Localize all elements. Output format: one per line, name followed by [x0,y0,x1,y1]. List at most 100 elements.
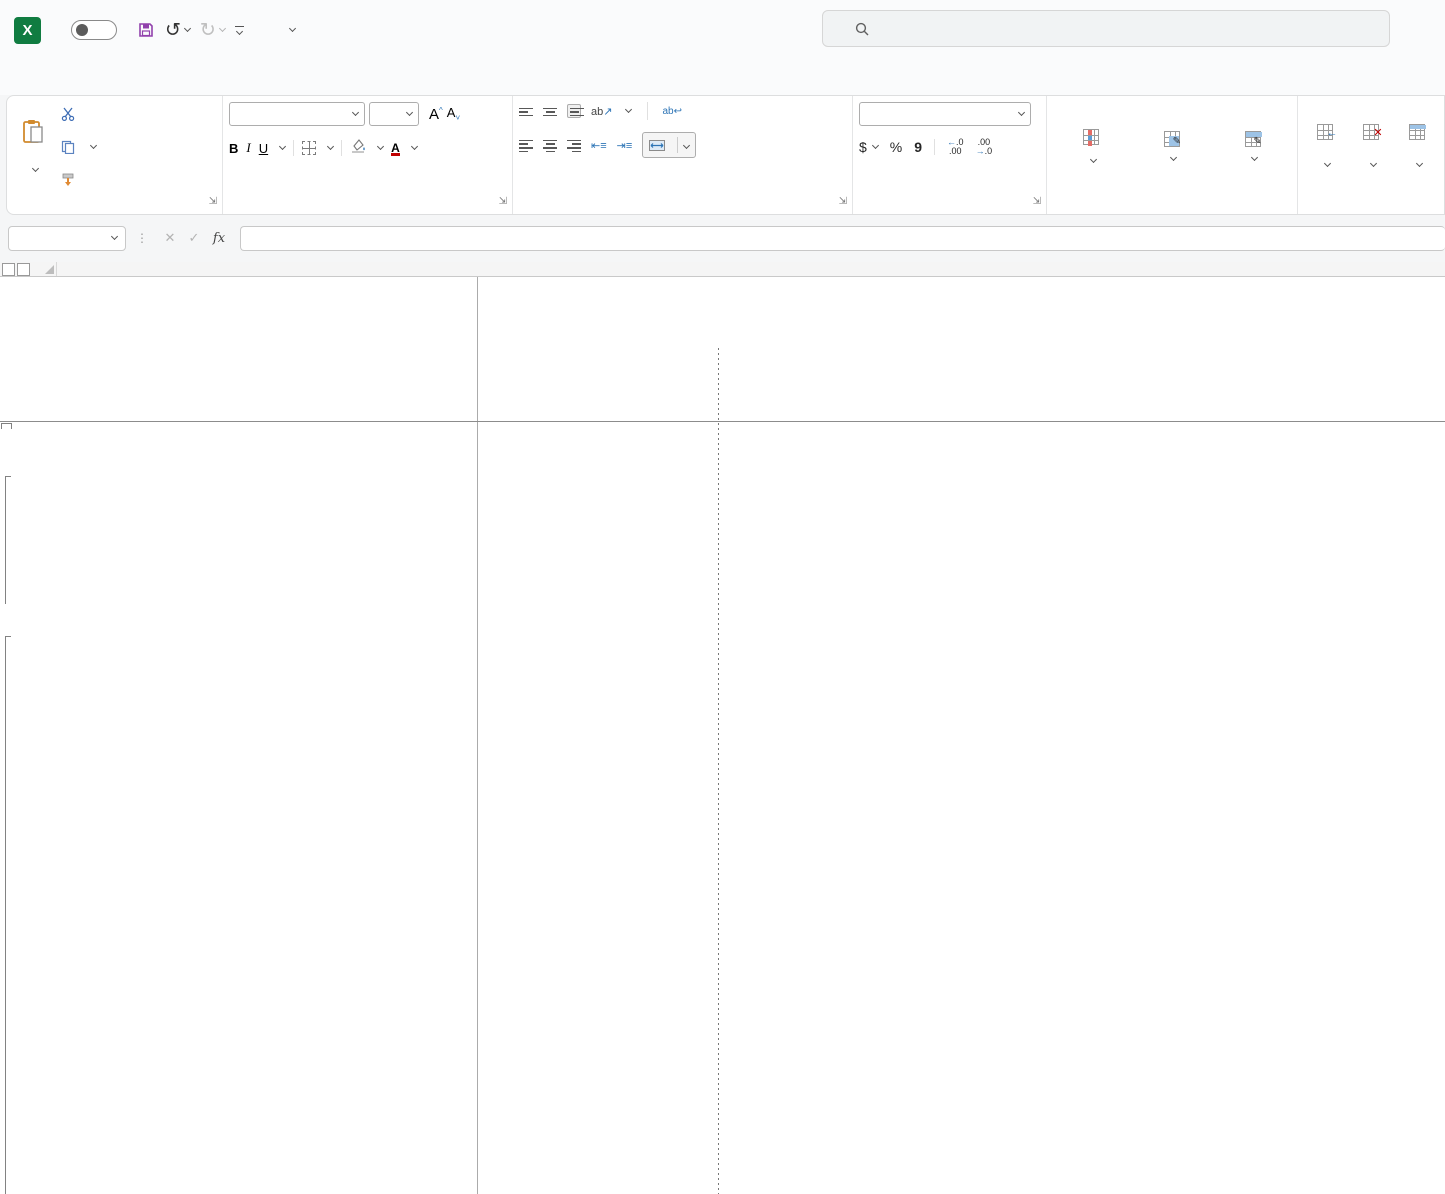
ribbon: ⇲ A^ A˅ B I U A [6,95,1445,215]
copy-button[interactable] [57,138,100,156]
outline-level-buttons [0,262,40,276]
borders-button[interactable] [302,141,316,155]
font-dialog-launcher[interactable]: ⇲ [499,193,507,211]
number-dialog-launcher[interactable]: ⇲ [1033,193,1041,211]
search-icon [855,22,869,36]
format-cells-icon [1409,124,1425,140]
styles-group: ✎ ✎ [1047,96,1298,214]
number-group: $ % 9 ←.0.00 .00→.0 ⇲ [853,96,1047,214]
align-bottom-button[interactable] [567,104,581,119]
sheet-grid [0,262,1445,1194]
formula-bar-divider: ⋮ [136,231,148,245]
align-middle-button[interactable] [543,106,557,117]
document-title[interactable] [286,29,295,31]
orientation-dropdown[interactable] [625,106,632,113]
fill-color-icon [350,138,366,153]
outline-level-2-button[interactable] [17,263,30,276]
format-as-table-button[interactable]: ✎ [1156,102,1188,192]
number-format-select[interactable] [859,102,1031,126]
delete-cells-button[interactable]: ✕ [1355,102,1387,192]
underline-button[interactable]: U [259,141,268,156]
undo-icon: ↺ [165,19,181,42]
cell-styles-button[interactable]: ✎ [1237,102,1269,192]
bold-button[interactable]: B [229,141,238,156]
formula-bar: ⋮ ✕ ✓ fx [0,219,1445,257]
enter-formula-button[interactable]: ✓ [182,230,206,246]
cut-button[interactable] [57,105,100,123]
align-top-button[interactable] [519,106,533,117]
excel-logo-icon[interactable]: X [14,17,41,44]
conditional-formatting-icon [1083,129,1099,145]
font-size-select[interactable] [369,102,419,126]
accounting-format-button[interactable]: $ [859,139,867,155]
format-painter-icon [61,173,75,187]
delete-cells-icon: ✕ [1363,124,1379,140]
orientation-button[interactable]: ab↗ [591,105,612,118]
increase-decimal-button[interactable]: ←.0.00 [947,138,964,156]
font-family-select[interactable] [229,102,365,126]
italic-button[interactable]: I [246,140,250,156]
insert-cells-button[interactable]: ← [1309,102,1341,192]
borders-dropdown[interactable] [327,143,334,150]
fill-color-button[interactable] [350,138,366,158]
paste-button[interactable] [13,102,53,192]
insert-cells-icon: ← [1317,124,1333,140]
underline-dropdown[interactable] [279,143,286,150]
outline-bracket [5,476,6,604]
percent-style-button[interactable]: % [890,139,902,155]
align-center-button[interactable] [543,138,557,152]
format-painter-button[interactable] [57,171,100,189]
cancel-formula-button[interactable]: ✕ [158,230,182,246]
name-box[interactable] [8,226,126,251]
menu-bar [0,60,1445,95]
decrease-indent-button[interactable]: ⇤≡ [591,139,607,152]
wrap-text-button[interactable]: ab↩ [658,104,692,119]
freeze-pane-split[interactable] [0,421,1445,422]
cells-group: ← ✕ [1298,96,1444,214]
format-as-table-icon: ✎ [1164,131,1180,147]
format-cells-button[interactable] [1401,102,1433,192]
align-left-button[interactable] [519,138,533,152]
redo-icon: ↻ [200,19,216,42]
column-headers [0,262,1445,277]
decrease-font-size-button[interactable]: A˅ [447,105,460,123]
insert-function-button[interactable]: fx [206,231,232,246]
redo-button[interactable]: ↻ [200,19,225,42]
formula-input[interactable] [240,226,1445,251]
fill-color-dropdown[interactable] [377,143,384,150]
align-right-button[interactable] [567,138,581,152]
font-color-button[interactable]: A [391,141,400,156]
cut-icon [61,107,75,121]
page-break-vertical-line [718,348,719,1194]
column-divider-line [477,277,478,1194]
partial-row [0,422,1445,429]
save-button[interactable] [137,21,155,39]
save-icon [137,21,155,39]
conditional-formatting-button[interactable] [1075,102,1107,192]
alignment-group: ab↗ ab↩ ⇤≡ ⇥≡ ⇲ [513,96,853,214]
clipboard-group: ⇲ [7,96,223,214]
alignment-dialog-launcher[interactable]: ⇲ [839,193,847,211]
select-all-triangle-icon [45,265,54,274]
search-box[interactable] [822,10,1390,47]
excel-window: X ↺ ↻ [0,0,1445,1194]
outline-bracket [5,636,6,1194]
merge-center-icon [649,140,665,151]
comma-style-button[interactable]: 9 [914,139,922,155]
decrease-decimal-button[interactable]: .00→.0 [976,138,993,156]
wrap-text-icon: ab↩ [662,106,682,117]
font-color-dropdown[interactable] [411,143,418,150]
undo-button[interactable]: ↺ [165,19,190,42]
font-group: A^ A˅ B I U A ⇲ [223,96,513,214]
title-bar: X ↺ ↻ [0,0,1445,60]
merge-center-button[interactable] [642,132,696,158]
paste-icon [21,119,45,145]
accounting-dropdown[interactable] [872,142,879,149]
increase-indent-button[interactable]: ⇥≡ [617,139,633,152]
increase-font-size-button[interactable]: A^ [429,106,443,123]
outline-level-1-button[interactable] [2,263,15,276]
autosave-toggle[interactable] [71,20,117,40]
clipboard-dialog-launcher[interactable]: ⇲ [209,193,217,211]
customize-qat-button[interactable] [235,26,244,34]
select-all-corner[interactable] [40,262,57,276]
